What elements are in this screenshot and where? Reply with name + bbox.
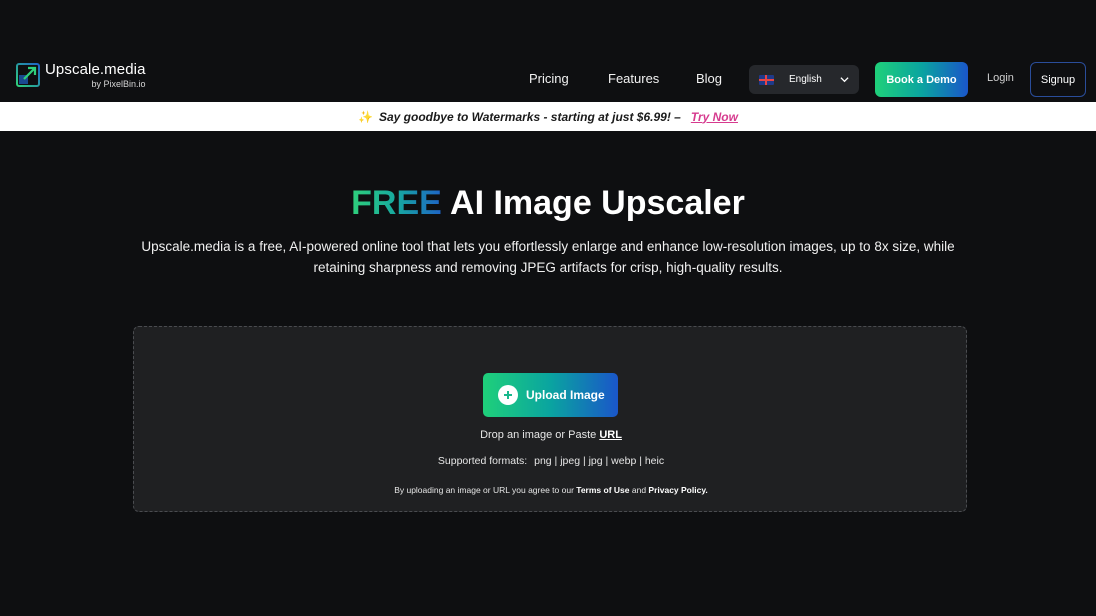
page: Upscale.media by PixelBin.io Pricing Fea… — [0, 0, 1096, 616]
language-selector[interactable]: English — [749, 65, 859, 94]
chevron-down-icon — [840, 77, 849, 83]
logo-text: Upscale.media by PixelBin.io — [45, 61, 146, 89]
nav-blog[interactable]: Blog — [696, 71, 722, 86]
brand-name: Upscale.media — [45, 61, 146, 78]
hero-description: Upscale.media is a free, AI-powered onli… — [141, 239, 955, 275]
language-label: English — [789, 74, 822, 85]
upload-image-button[interactable]: Upload Image — [483, 373, 618, 417]
upload-button-label: Upload Image — [526, 388, 605, 402]
drop-prefix: Drop an image or Paste — [480, 429, 600, 441]
terms-of-use-link[interactable]: Terms of Use — [576, 485, 629, 495]
nav-pricing[interactable]: Pricing — [529, 71, 569, 86]
formats-label: Supported formats: — [437, 455, 528, 467]
privacy-policy-link[interactable]: Privacy Policy. — [648, 485, 707, 495]
promo-message: Say goodbye to Watermarks - starting at … — [378, 109, 681, 124]
plus-icon — [498, 385, 518, 405]
promo-banner: ✨ Say goodbye to Watermarks - starting a… — [0, 102, 1096, 131]
terms-notice: By uploading an image or URL you agree t… — [134, 485, 968, 495]
terms-and: and — [629, 485, 649, 495]
logo-arrow-icon — [16, 63, 40, 87]
nav-features[interactable]: Features — [608, 71, 659, 86]
brand-byline: by PixelBin.io — [91, 79, 146, 89]
title-highlight: FREE — [351, 184, 442, 222]
brand-logo[interactable]: Upscale.media by PixelBin.io — [16, 61, 146, 89]
upload-dropzone[interactable]: Upload Image Drop an image or Paste URL … — [133, 326, 967, 512]
supported-formats: Supported formats: png | jpeg | jpg | we… — [134, 455, 968, 467]
login-link[interactable]: Login — [987, 72, 1014, 84]
try-now-link[interactable]: Try Now — [691, 110, 738, 124]
formats-list: png | jpeg | jpg | webp | heic — [534, 455, 665, 467]
sparkle-icon: ✨ — [358, 109, 373, 124]
uk-flag-icon — [759, 74, 774, 85]
top-header: Upscale.media by PixelBin.io Pricing Fea… — [0, 56, 1096, 102]
drop-hint: Drop an image or Paste URL — [134, 429, 968, 441]
page-title: FREE AI Image Upscaler — [0, 183, 1096, 223]
title-rest: AI Image Upscaler — [441, 184, 745, 222]
signup-button[interactable]: Signup — [1030, 62, 1086, 97]
terms-prefix: By uploading an image or URL you agree t… — [394, 485, 577, 495]
paste-url-link[interactable]: URL — [599, 429, 622, 441]
book-demo-button[interactable]: Book a Demo — [875, 62, 968, 97]
